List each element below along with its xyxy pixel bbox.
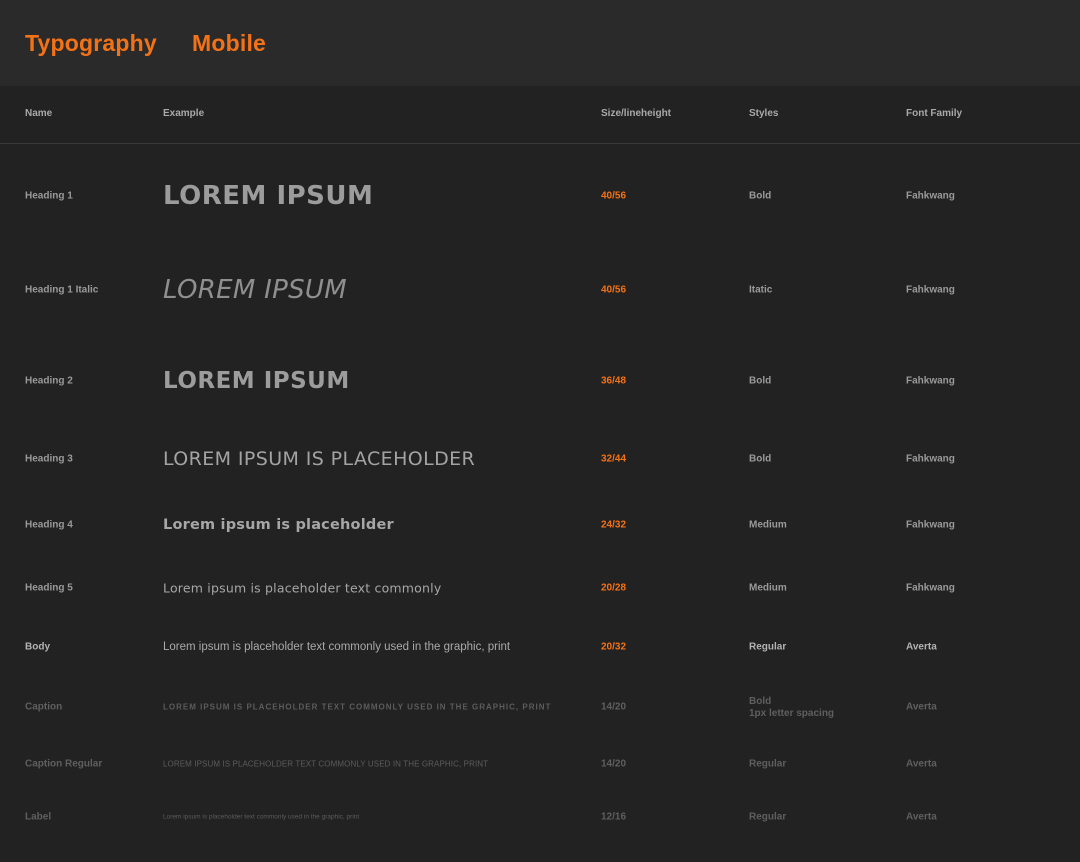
style-name: Caption bbox=[25, 701, 63, 713]
style-example: Lorem ipsum is placeholder bbox=[163, 517, 394, 533]
style-name: Heading 1 bbox=[25, 190, 73, 202]
style-example: LOREM IPSUM IS PLACEHOLDER bbox=[163, 448, 476, 470]
style-example: LOREM IPSUM bbox=[163, 275, 347, 305]
style-weight: Bold 1px letter spacing bbox=[749, 696, 834, 720]
style-size: 14/20 bbox=[601, 758, 627, 770]
style-family: Averta bbox=[906, 811, 937, 823]
style-weight: Regular bbox=[749, 641, 787, 653]
style-size: 24/32 bbox=[601, 519, 627, 531]
style-family: Fahkwang bbox=[906, 582, 955, 594]
style-example: Lorem ipsum is placeholder text commonly… bbox=[163, 641, 511, 653]
style-example: LOREM IPSUM IS PLACEHOLDER TEXT COMMONLY… bbox=[163, 702, 552, 712]
style-weight-note: 1px letter spacing bbox=[749, 708, 835, 719]
style-example: LOREM IPSUM bbox=[163, 368, 350, 394]
style-family: Fahkwang bbox=[906, 375, 955, 387]
style-name: Heading 4 bbox=[25, 519, 73, 531]
style-weight: Medium bbox=[749, 519, 787, 531]
style-weight-label: Bold bbox=[749, 696, 772, 707]
style-weight: Bold bbox=[749, 375, 772, 387]
column-header-styles: Styles bbox=[749, 108, 779, 119]
column-header-family: Font Family bbox=[906, 108, 963, 119]
style-size: 12/16 bbox=[601, 811, 627, 823]
style-name: Heading 3 bbox=[25, 453, 73, 465]
style-size: 40/56 bbox=[601, 190, 627, 202]
style-example: LOREM IPSUM IS PLACEHOLDER TEXT COMMONLY… bbox=[163, 759, 489, 769]
page-title: Typography bbox=[25, 30, 157, 56]
style-weight: Regular bbox=[749, 811, 787, 823]
style-example: LOREM IPSUM bbox=[163, 181, 374, 211]
column-header-size: Size/lineheight bbox=[601, 108, 672, 119]
style-example: Lorem ipsum is placeholder text commonly bbox=[163, 580, 442, 596]
style-size: 14/20 bbox=[601, 701, 627, 713]
table-header: Name Example Size/lineheight Styles Font… bbox=[0, 86, 1080, 144]
style-name: Heading 1 Italic bbox=[25, 284, 99, 296]
style-size: 20/32 bbox=[601, 641, 627, 653]
style-weight: Regular bbox=[749, 758, 787, 770]
style-weight: Bold bbox=[749, 190, 772, 202]
page-subtitle: Mobile bbox=[192, 30, 267, 56]
column-header-example: Example bbox=[163, 108, 205, 119]
style-example: Lorem ipsum is placeholder text commonly… bbox=[163, 813, 360, 821]
column-header-name: Name bbox=[25, 108, 53, 119]
style-size: 40/56 bbox=[601, 284, 627, 296]
style-family: Averta bbox=[906, 641, 937, 653]
style-name: Caption Regular bbox=[25, 758, 103, 770]
style-family: Fahkwang bbox=[906, 190, 955, 202]
style-name: Body bbox=[25, 641, 50, 653]
style-family: Fahkwang bbox=[906, 519, 955, 531]
style-family: Fahkwang bbox=[906, 453, 955, 465]
style-family: Averta bbox=[906, 758, 937, 770]
style-size: 36/48 bbox=[601, 375, 627, 387]
style-weight: Medium bbox=[749, 582, 787, 594]
style-name: Heading 5 bbox=[25, 582, 73, 594]
style-family: Averta bbox=[906, 701, 937, 713]
style-weight: Itatic bbox=[749, 284, 773, 296]
style-name: Heading 2 bbox=[25, 375, 73, 387]
style-weight: Bold bbox=[749, 453, 772, 465]
style-size: 20/28 bbox=[601, 582, 627, 594]
style-size: 32/44 bbox=[601, 453, 627, 465]
top-bar: Typography Mobile bbox=[0, 0, 1080, 86]
style-name: Label bbox=[25, 811, 52, 823]
style-family: Fahkwang bbox=[906, 284, 955, 296]
